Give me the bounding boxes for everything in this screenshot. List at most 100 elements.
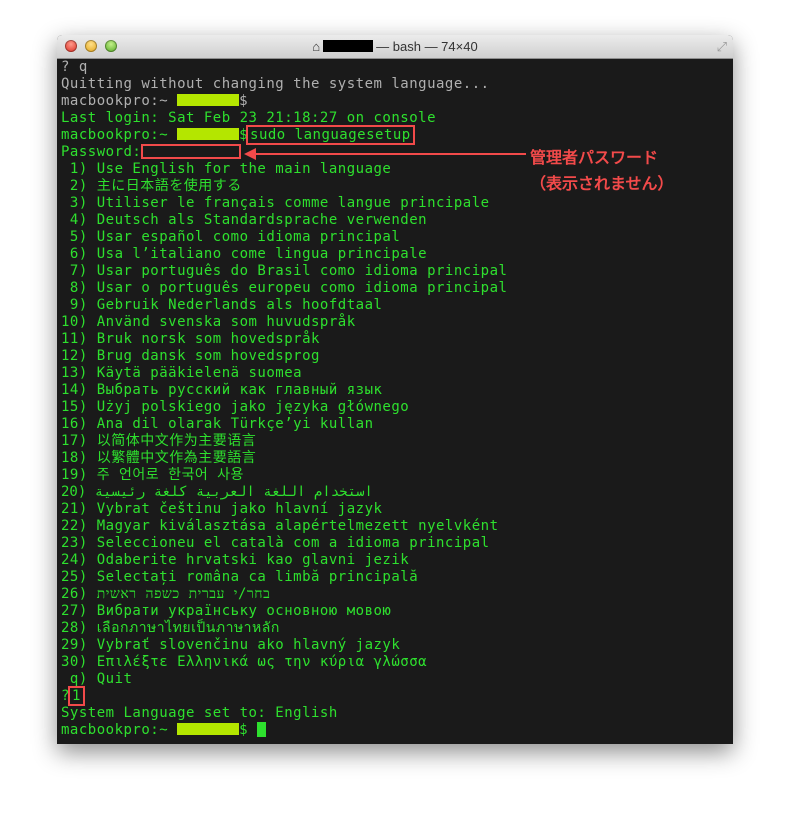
annotation-not-displayed: （表示されません） [530, 174, 674, 193]
terminal-text: 22) Magyar kiválasztása alapértelmezett … [61, 518, 499, 534]
redacted-username [177, 128, 240, 140]
terminal-text: 5) Usar español como idioma principal [61, 229, 401, 245]
redacted-username [177, 723, 240, 735]
terminal-text: $ [239, 127, 249, 143]
terminal-line: 16) Ana dil olarak Türkçe’yi kullan [61, 416, 507, 433]
terminal-line: macbookpro:~ $ [61, 93, 507, 110]
terminal-text: 2) 主に日本語を使用する [61, 178, 242, 194]
terminal-line: 2) 主に日本語を使用する [61, 178, 507, 195]
terminal-text: 30) Επιλέξτε Ελληνικά ως την κύρια γλώσσ… [61, 654, 428, 670]
highlighted-input: 1 [67, 686, 85, 706]
terminal-text: ? [61, 688, 70, 704]
annotation-arrow [246, 153, 526, 155]
terminal-text: 16) Ana dil olarak Türkçe’yi kullan [61, 416, 374, 432]
terminal-text: 23) Seleccioneu el català com a idioma p… [61, 535, 490, 551]
terminal-text: 24) Odaberite hrvatski kao glavni jezik [61, 552, 410, 568]
terminal-line: 9) Gebruik Nederlands als hoofdtaal [61, 297, 507, 314]
terminal-text: 7) Usar português do Brasil como idioma … [61, 263, 508, 279]
terminal-line: 30) Επιλέξτε Ελληνικά ως την κύρια γλώσσ… [61, 654, 507, 671]
terminal-line: Quitting without changing the system lan… [61, 76, 507, 93]
terminal-text: System Language set to: English [61, 705, 338, 721]
terminal-text: macbookpro:~ [61, 127, 178, 143]
redacted-username [177, 94, 240, 106]
terminal-line: 18) 以繁體中文作為主要語言 [61, 450, 507, 467]
terminal-text: 12) Brug dansk som hovedsprog [61, 348, 320, 364]
terminal-text: 1) Use English for the main language [61, 161, 392, 177]
terminal-text: 29) Vybrať slovenčinu ako hlavný jazyk [61, 637, 401, 653]
terminal-line: 1) Use English for the main language [61, 161, 507, 178]
title-bar[interactable]: ⌂ — bash — 74×40 ⤢ [57, 35, 733, 59]
terminal-line: System Language set to: English [61, 705, 507, 722]
terminal-output[interactable]: ? q Quitting without changing the system … [61, 59, 507, 739]
terminal-text: 10) Använd svenska som huvudspråk [61, 314, 356, 330]
terminal-line: macbookpro:~ $ sudo languagesetup [61, 125, 507, 145]
window-title-text: — bash — 74×40 [376, 39, 478, 54]
terminal-line: q) Quit [61, 671, 507, 688]
terminal-text: 14) Выбрать русский как главный язык [61, 382, 383, 398]
terminal-text: 25) Selectați româna ca limbă principală [61, 569, 419, 585]
terminal-line: 3) Utiliser le français comme langue pri… [61, 195, 507, 212]
terminal-text: 9) Gebruik Nederlands als hoofdtaal [61, 297, 383, 313]
terminal-text: 6) Usa l’italiano come lingua principale [61, 246, 428, 262]
annotation-password: 管理者パスワード [530, 148, 659, 167]
terminal-text: בחר/י עברית כשפה ראשית (26 [61, 586, 271, 602]
terminal-line: 14) Выбрать русский как главный язык [61, 382, 507, 399]
terminal-line: Last login: Sat Feb 23 21:18:27 on conso… [61, 110, 507, 127]
terminal-text: 21) Vybrat češtinu jako hlavní jazyk [61, 501, 383, 517]
terminal-text: 4) Deutsch als Standardsprache verwenden [61, 212, 428, 228]
terminal-line: 5) Usar español como idioma principal [61, 229, 507, 246]
terminal-line: 21) Vybrat češtinu jako hlavní jazyk [61, 501, 507, 518]
terminal-line: 6) Usa l’italiano come lingua principale [61, 246, 507, 263]
terminal-line: 28) เลือกภาษาไทยเป็นภาษาหลัก [61, 620, 507, 637]
terminal-text: $ [239, 93, 249, 109]
terminal-text: استخدام اللغة العربية كلغة رئيسية (20 [61, 484, 373, 500]
terminal-line: 23) Seleccioneu el català com a idioma p… [61, 535, 507, 552]
terminal-text: macbookpro:~ [61, 722, 178, 738]
highlighted-input: sudo languagesetup [246, 125, 415, 145]
window-title: ⌂ — bash — 74×40 [57, 39, 733, 54]
terminal-line: 12) Brug dansk som hovedsprog [61, 348, 507, 365]
terminal-text: 27) Вибрати українську основною мовою [61, 603, 392, 619]
redacted-hostname [323, 40, 374, 52]
terminal-line: 17) 以简体中文作为主要语言 [61, 433, 507, 450]
terminal-line: 7) Usar português do Brasil como idioma … [61, 263, 507, 280]
cursor [256, 722, 266, 737]
terminal-line: 22) Magyar kiválasztása alapértelmezett … [61, 518, 507, 535]
terminal-line: 4) Deutsch als Standardsprache verwenden [61, 212, 507, 229]
terminal-line: 8) Usar o português europeu como idioma … [61, 280, 507, 297]
terminal-line: 27) Вибрати українську основною мовою [61, 603, 507, 620]
terminal-text: ? q [61, 59, 88, 75]
terminal-text: $ [239, 722, 257, 738]
terminal-text: 3) Utiliser le français comme langue pri… [61, 195, 490, 211]
terminal-line: ? q [61, 59, 507, 76]
fullscreen-icon[interactable]: ⤢ [717, 39, 727, 55]
terminal-line: 19) 주 언어로 한국어 사용 [61, 467, 507, 484]
terminal-line: استخدام اللغة العربية كلغة رئيسية (20 [61, 484, 507, 501]
terminal-line: 25) Selectați româna ca limbă principală [61, 569, 507, 586]
terminal-text: macbookpro:~ [61, 93, 178, 109]
terminal-text: 28) เลือกภาษาไทยเป็นภาษาหลัก [61, 620, 280, 636]
terminal-text: 17) 以简体中文作为主要语言 [61, 433, 257, 449]
terminal-text: 8) Usar o português europeu como idioma … [61, 280, 508, 296]
terminal-line: ? 1 [61, 686, 507, 706]
terminal-text: Password: [61, 144, 142, 160]
terminal-line: 11) Bruk norsk som hovedspråk [61, 331, 507, 348]
terminal-text: 19) 주 언어로 한국어 사용 [61, 467, 244, 483]
terminal-line: בחר/י עברית כשפה ראשית (26 [61, 586, 507, 603]
password-highlight-box [141, 144, 242, 159]
terminal-line: 13) Käytä pääkielenä suomea [61, 365, 507, 382]
terminal-text: q) Quit [61, 671, 133, 687]
house-icon: ⌂ [312, 39, 321, 54]
terminal-text: Last login: Sat Feb 23 21:18:27 on conso… [61, 110, 437, 126]
terminal-line: 29) Vybrať slovenčinu ako hlavný jazyk [61, 637, 507, 654]
terminal-line: 24) Odaberite hrvatski kao glavni jezik [61, 552, 507, 569]
terminal-line: 15) Użyj polskiego jako języka głównego [61, 399, 507, 416]
terminal-text: 13) Käytä pääkielenä suomea [61, 365, 303, 381]
terminal-text: 15) Użyj polskiego jako języka głównego [61, 399, 410, 415]
terminal-text: 11) Bruk norsk som hovedspråk [61, 331, 320, 347]
terminal-window: ⌂ — bash — 74×40 ⤢ ? q Quitting without ch… [57, 35, 733, 744]
terminal-line: macbookpro:~ $ [61, 722, 507, 739]
terminal-line: 10) Använd svenska som huvudspråk [61, 314, 507, 331]
terminal-text: 18) 以繁體中文作為主要語言 [61, 450, 257, 466]
terminal-text: Quitting without changing the system lan… [61, 76, 490, 92]
